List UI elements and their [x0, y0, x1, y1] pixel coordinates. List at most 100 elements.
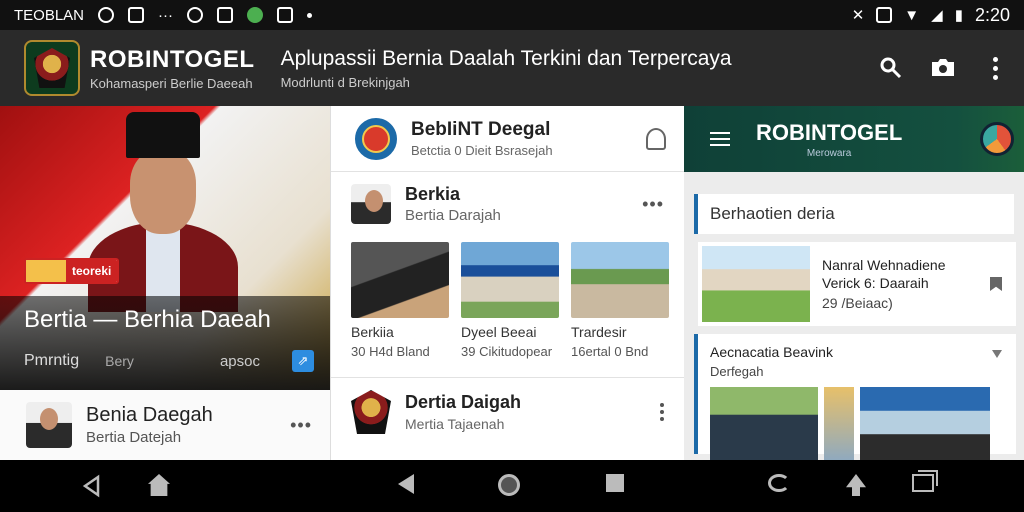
list-item-title: Benia Daegah: [86, 404, 213, 426]
brand-subtitle: Kohamasperi Berlie Daeeah: [90, 75, 253, 91]
wifi-icon: ▼: [904, 6, 920, 24]
avatar: [26, 402, 72, 448]
list-item-subtitle: Bertia Datejah: [86, 429, 182, 446]
headline-title: Aplupassii Bernia Daalah Terkini dan Ter…: [280, 46, 732, 70]
thumbnail-sub: 30 H4d Bland: [351, 344, 430, 359]
status-bar: TEOBLAN ··· ✕ ▼ ◢ ▮ 2:20: [0, 0, 1024, 30]
back-icon[interactable]: [80, 474, 104, 498]
more-vert-icon[interactable]: [660, 403, 664, 421]
news-card[interactable]: Aecnacatia Beavink Derfegah: [694, 334, 1016, 460]
calendar-icon: [217, 7, 234, 23]
news-image: [702, 246, 810, 322]
post-card[interactable]: Berkia Bertia Darajah ••• Berkiia 30 H4d…: [331, 172, 684, 378]
recents-icon[interactable]: [606, 474, 630, 498]
hero-meta-left: Pmrntig: [24, 352, 80, 369]
hero-meta: Pmrntig Bery apsoc ⇗: [24, 350, 314, 372]
thumbnail-caption: Berkiia: [351, 324, 394, 340]
status-right: ✕ ▼ ◢ ▮ 2:20: [852, 5, 1010, 26]
messenger-icon: [187, 7, 204, 23]
whatsapp-icon: [98, 7, 115, 23]
brand: ROBINTOGEL Kohamasperi Berlie Daeeah: [90, 46, 255, 91]
hero-meta-mid: Bery: [105, 353, 134, 369]
thumbnail[interactable]: Trardesir 16ertal 0 Bnd: [571, 242, 669, 359]
app-headline: Aplupassii Bernia Daalah Terkini dan Ter…: [281, 47, 732, 90]
dot-icon: [307, 12, 313, 18]
list-item-subtitle: Mertia Tajaenah: [405, 416, 505, 432]
avatar: [351, 184, 391, 224]
back-icon[interactable]: [398, 474, 422, 498]
list-item[interactable]: Dertia Daigah Mertia Tajaenah: [331, 378, 684, 446]
news-title: Aecnacatia Beavink: [710, 344, 833, 360]
hero-card[interactable]: teoreki Bertia — Berhia Daeah Pmrntig Be…: [0, 106, 330, 390]
section-title: Berhaotien deria: [694, 194, 1014, 234]
middle-panel: BebIiNT Deegal Betctia 0 Dieit Bsrasejah…: [330, 106, 684, 460]
clock: 2:20: [974, 4, 1010, 25]
news-subtitle: Derfegah: [710, 364, 764, 379]
right-header-title: ROBINTOGEL: [756, 119, 903, 145]
thumbnail-sub: 39 Cikitudopear: [461, 344, 553, 359]
thumbnail[interactable]: Berkiia 30 H4d Bland: [351, 242, 449, 359]
more-horiz-icon[interactable]: •••: [290, 415, 312, 436]
news-line-2: Verick 6: Daaraih: [822, 275, 929, 291]
list-item-title: Dertia Daigah: [405, 392, 522, 412]
middle-header-subtitle: Betctia 0 Dieit Bsrasejah: [411, 143, 553, 158]
more-vert-icon[interactable]: [980, 53, 1010, 83]
badge-text: teoreki: [66, 260, 118, 282]
garuda-emblem-icon: [351, 390, 391, 434]
news-image: [710, 387, 818, 460]
right-header: ROBINTOGEL Merowara: [684, 106, 1024, 172]
garuda-emblem-icon: [34, 48, 70, 88]
right-panel: ROBINTOGEL Merowara Berhaotien deria Nan…: [684, 106, 1024, 460]
rotate-icon[interactable]: [768, 474, 814, 498]
more-horiz-icon[interactable]: •••: [642, 194, 664, 215]
mute-icon: ✕: [851, 7, 865, 24]
navigation-bar: [0, 460, 1024, 512]
notification-bell-icon[interactable]: [646, 127, 666, 150]
home-circle-icon[interactable]: [498, 474, 522, 498]
profile-orb-icon[interactable]: [980, 122, 1014, 156]
app-logo[interactable]: [24, 40, 80, 96]
search-icon[interactable]: [876, 53, 906, 83]
news-line-3: 29 /Beiaac): [822, 295, 893, 311]
headline-subtitle: Modrlunti d Brekinjgah: [280, 74, 410, 90]
thumbnail-caption: Dyeel Beeai: [461, 324, 537, 340]
news-image: [824, 387, 854, 460]
camera-icon[interactable]: [928, 53, 958, 83]
app-bar: ROBINTOGEL Kohamasperi Berlie Daeeah Apl…: [0, 30, 1024, 106]
image-icon: [128, 7, 145, 23]
status-left: TEOBLAN ···: [14, 6, 313, 24]
share-icon[interactable]: ⇗: [292, 350, 314, 372]
left-panel: teoreki Bertia — Berhia Daeah Pmrntig Be…: [0, 106, 330, 460]
badge-logo-icon: [26, 260, 66, 282]
post-thumbnails: Berkiia 30 H4d Bland Dyeel Beeai 39 Ciki…: [351, 242, 669, 359]
bookmark-icon[interactable]: [990, 277, 1002, 291]
hero-title: Bertia — Berhia Daeah: [24, 306, 271, 333]
green-app-icon: [247, 7, 264, 23]
thumbnail-image: [351, 242, 449, 318]
hero-meta-right: apsoc: [219, 352, 260, 370]
news-card[interactable]: Nanral Wehnadiene Verick 6: Daaraih 29 /…: [698, 242, 1016, 326]
right-header-subtitle: Merowara: [806, 147, 852, 159]
home-icon[interactable]: [148, 474, 172, 498]
brand-title: ROBINTOGEL: [90, 45, 255, 73]
nfc-icon: [876, 7, 893, 23]
overview-icon[interactable]: [912, 470, 938, 498]
tools-icon: [277, 7, 294, 23]
menu-icon[interactable]: [710, 132, 730, 146]
list-item[interactable]: Benia Daegah Bertia Datejah •••: [0, 390, 330, 460]
signal-icon: ◢: [931, 7, 943, 24]
middle-header: BebIiNT Deegal Betctia 0 Dieit Bsrasejah: [331, 106, 684, 172]
post-title: Berkia: [405, 184, 461, 204]
up-icon[interactable]: [846, 474, 870, 498]
middle-header-title: BebIiNT Deegal: [411, 119, 551, 140]
dots-icon: ···: [158, 6, 174, 24]
carrier-label: TEOBLAN: [14, 6, 85, 24]
thumbnail-sub: 16ertal 0 Bnd: [571, 344, 649, 359]
battery-icon: ▮: [954, 7, 963, 24]
post-subtitle: Bertia Darajah: [405, 207, 501, 224]
thumbnail-image: [571, 242, 669, 318]
app-bar-actions: [876, 53, 1010, 83]
thumbnail[interactable]: Dyeel Beeai 39 Cikitudopear: [461, 242, 559, 359]
hero-badge: teoreki: [24, 258, 120, 284]
news-images: [710, 387, 1004, 460]
